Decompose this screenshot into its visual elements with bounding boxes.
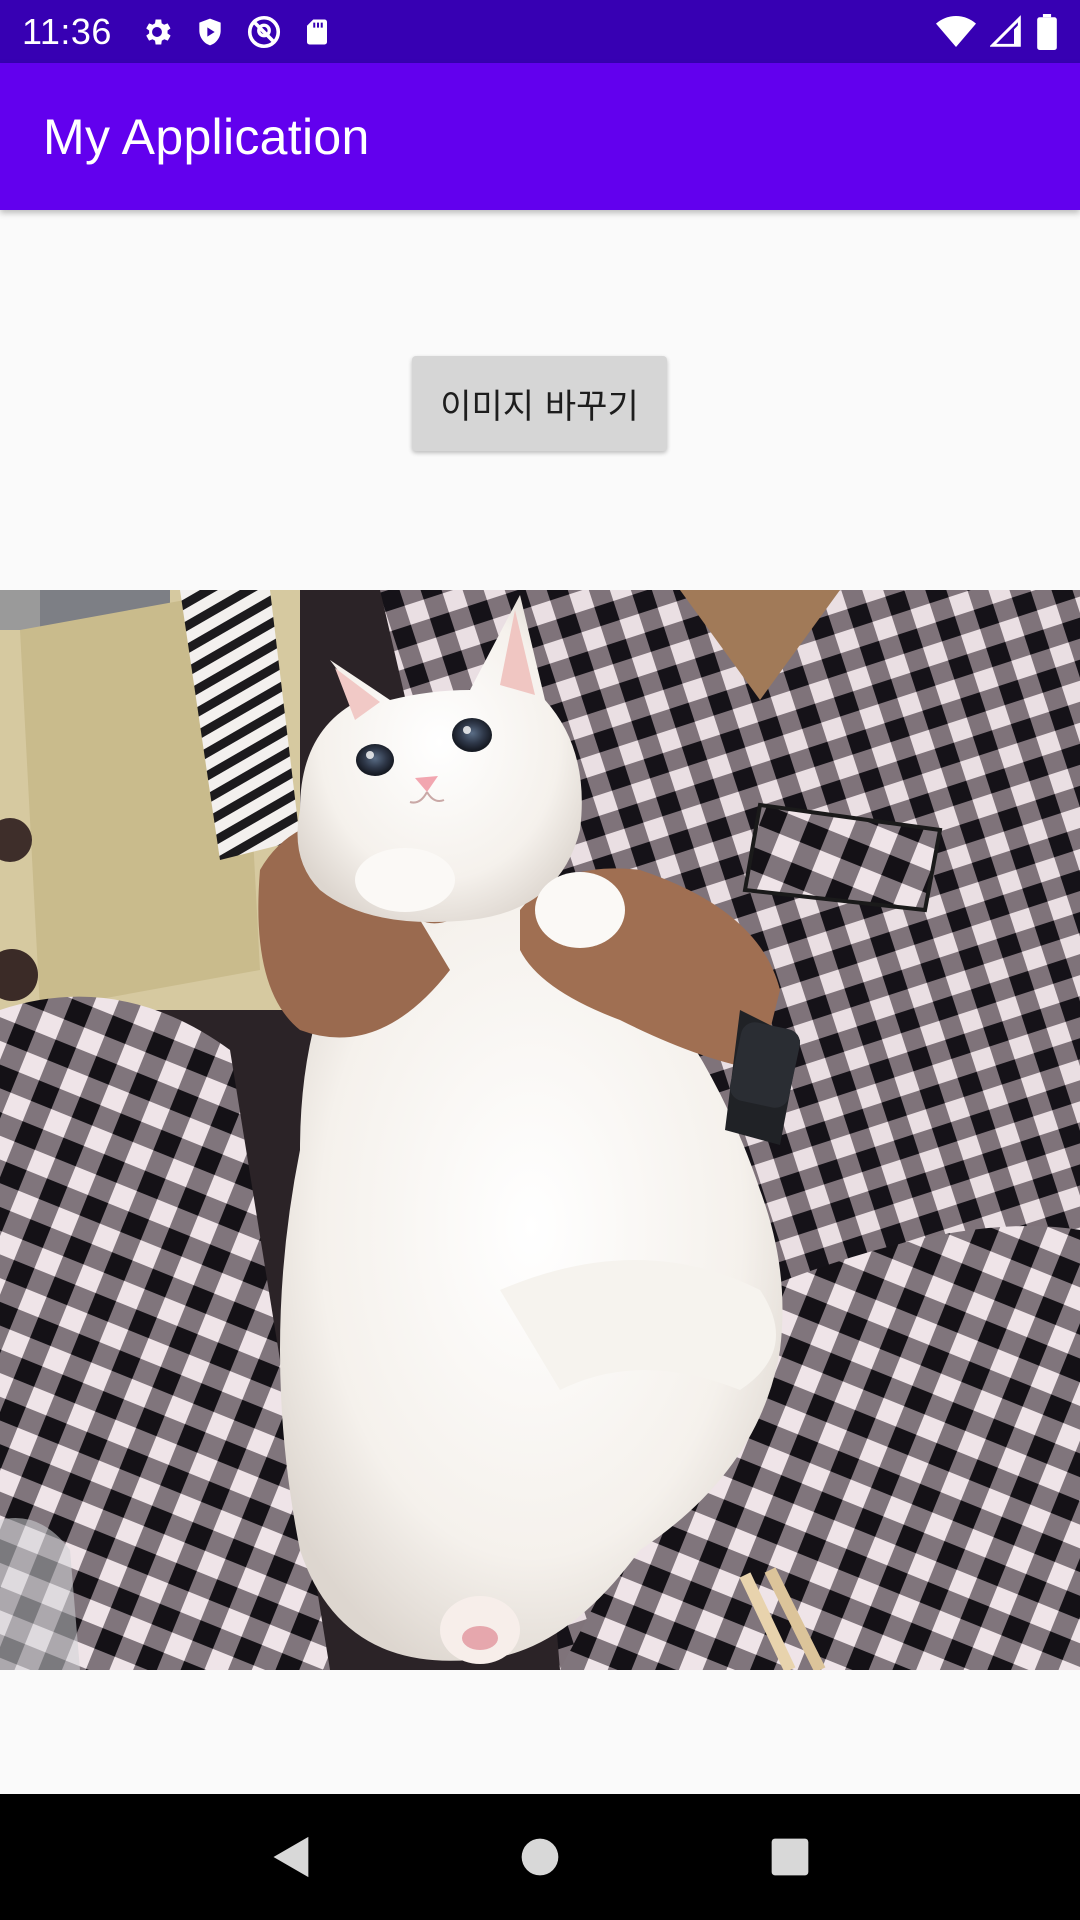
app-title: My Application [43, 108, 370, 165]
cell-signal-icon [990, 14, 1022, 49]
battery-icon [1036, 13, 1058, 50]
app-screen: 11:36 My Application 이미지 바꾸기 [0, 0, 1080, 1920]
status-time: 11:36 [22, 10, 112, 52]
cat-photo [0, 590, 1080, 1670]
recents-icon[interactable] [760, 1827, 820, 1887]
shield-icon [194, 15, 226, 49]
status-icons-right [936, 13, 1058, 50]
change-image-button[interactable]: 이미지 바꾸기 [412, 356, 667, 451]
status-bar: 11:36 [0, 0, 1080, 63]
home-icon[interactable] [510, 1827, 570, 1887]
sd-card-icon [302, 15, 332, 49]
status-icons-left [140, 14, 332, 50]
wifi-icon [936, 15, 976, 49]
back-icon[interactable] [260, 1827, 320, 1887]
no-location-icon [246, 14, 282, 50]
settings-icon [140, 15, 174, 49]
navigation-bar [0, 1794, 1080, 1920]
app-bar: My Application [0, 63, 1080, 210]
